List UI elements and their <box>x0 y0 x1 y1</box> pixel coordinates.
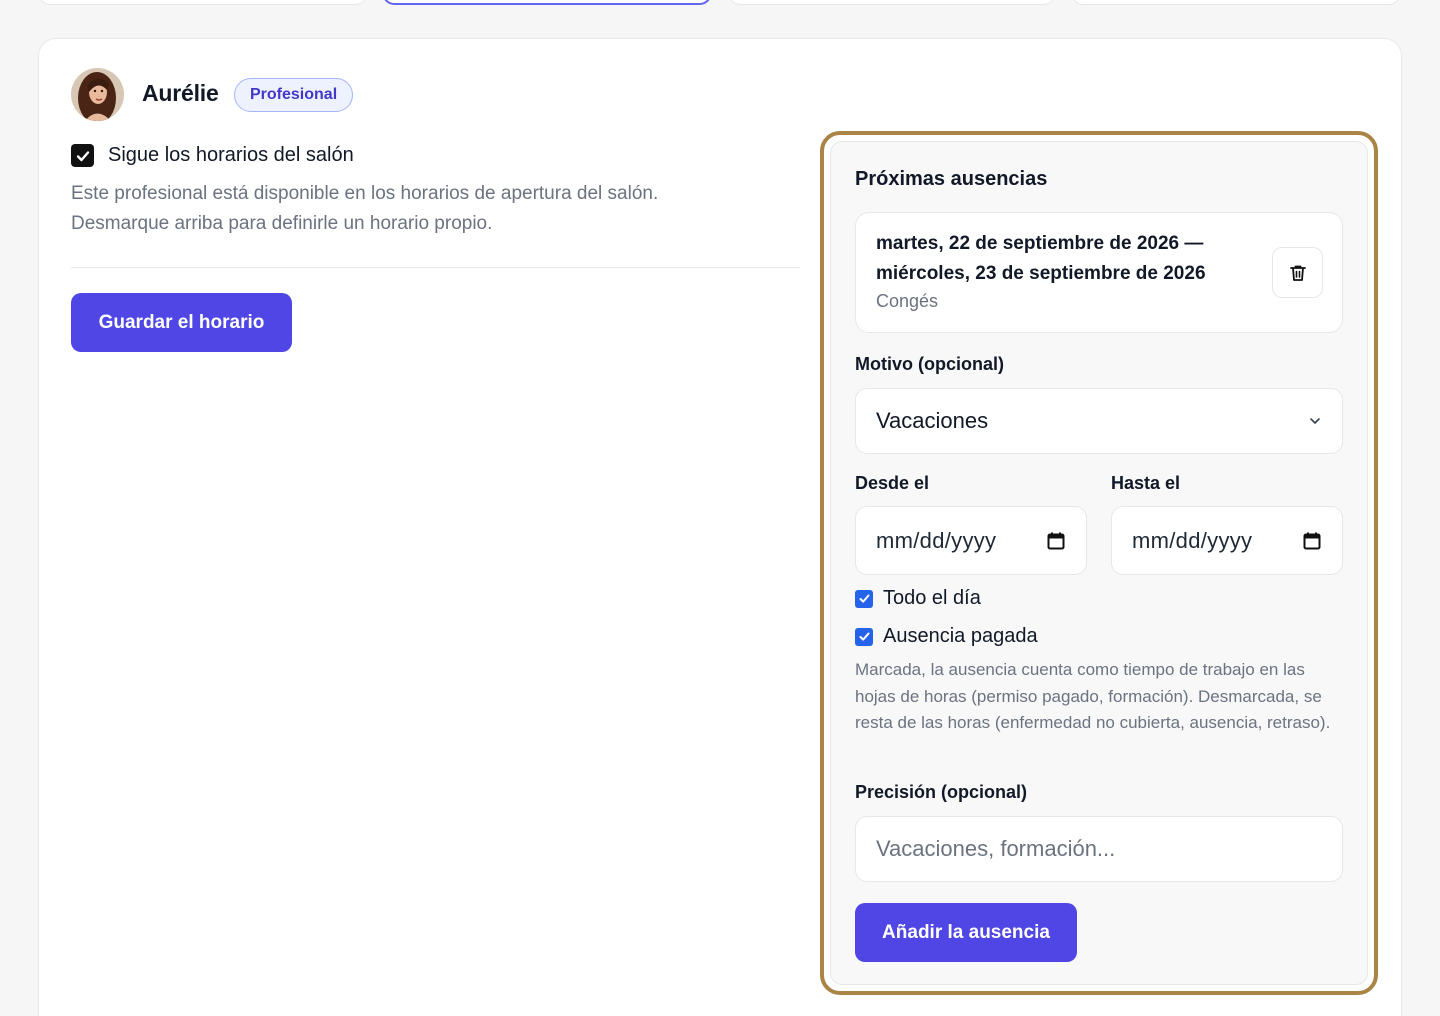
divider <box>71 267 800 268</box>
paid-absence-checkbox[interactable] <box>855 627 873 646</box>
trash-icon <box>1289 265 1306 281</box>
paid-absence-help: Marcada, la ausencia cuenta como tiempo … <box>855 660 1331 732</box>
calendar-icon[interactable] <box>1046 531 1066 551</box>
from-label: Desde el <box>855 473 930 493</box>
to-date-input[interactable]: mm/dd/yyyy <box>1111 506 1343 575</box>
to-label: Hasta el <box>1111 473 1181 493</box>
to-date-placeholder: mm/dd/yyyy <box>1132 527 1253 553</box>
checkmark-icon <box>859 594 869 603</box>
tab-4[interactable] <box>1071 0 1401 5</box>
absence-date-start: martes, 22 de septiembre de 2026 — <box>876 233 1204 254</box>
add-absence-button[interactable]: Añadir la ausencia <box>855 903 1077 962</box>
from-date-input[interactable]: mm/dd/yyyy <box>855 506 1087 575</box>
absence-reason: Congés <box>876 291 939 311</box>
follow-salon-hours-row[interactable]: Sigue los horarios del salón <box>71 144 354 167</box>
absence-dates: martes, 22 de septiembre de 2026 — miérc… <box>876 229 1256 289</box>
absence-item: martes, 22 de septiembre de 2026 — miérc… <box>855 212 1343 333</box>
help-line-1: Este profesional está disponible en los … <box>71 183 659 204</box>
paid-absence-label: Ausencia pagada <box>883 625 1038 647</box>
save-schedule-button[interactable]: Guardar el horario <box>71 293 292 352</box>
reason-select[interactable]: Vacaciones <box>855 388 1343 454</box>
all-day-checkbox[interactable] <box>855 589 873 608</box>
precision-label: Precisión (opcional) <box>855 782 1028 802</box>
delete-absence-button[interactable] <box>1272 247 1323 298</box>
paid-absence-row[interactable]: Ausencia pagada <box>855 625 1038 648</box>
absence-date-end: miércoles, 23 de septiembre de 2026 <box>876 263 1206 284</box>
reason-label: Motivo (opcional) <box>855 354 1004 374</box>
tab-1[interactable] <box>38 0 368 5</box>
chevron-down-icon <box>1310 418 1320 424</box>
role-badge: Profesional <box>234 78 354 112</box>
help-line-2: Desmarque arriba para definirle un horar… <box>71 213 493 234</box>
precision-input[interactable] <box>855 816 1343 882</box>
all-day-row[interactable]: Todo el día <box>855 587 981 610</box>
checkmark-icon <box>76 150 89 161</box>
follow-salon-help: Este profesional está disponible en los … <box>71 179 791 239</box>
tab-2-active[interactable] <box>382 0 712 5</box>
professional-name: Aurélie <box>142 80 219 106</box>
follow-salon-label: Sigue los horarios del salón <box>108 144 354 166</box>
absences-title: Próximas ausencias <box>855 168 1048 190</box>
tab-3[interactable] <box>728 0 1056 5</box>
calendar-icon[interactable] <box>1302 531 1322 551</box>
all-day-label: Todo el día <box>883 587 981 609</box>
follow-salon-checkbox[interactable] <box>71 144 94 167</box>
checkmark-icon <box>859 632 869 641</box>
avatar <box>71 68 124 121</box>
from-date-placeholder: mm/dd/yyyy <box>876 527 997 553</box>
reason-selected-value: Vacaciones <box>876 408 989 433</box>
